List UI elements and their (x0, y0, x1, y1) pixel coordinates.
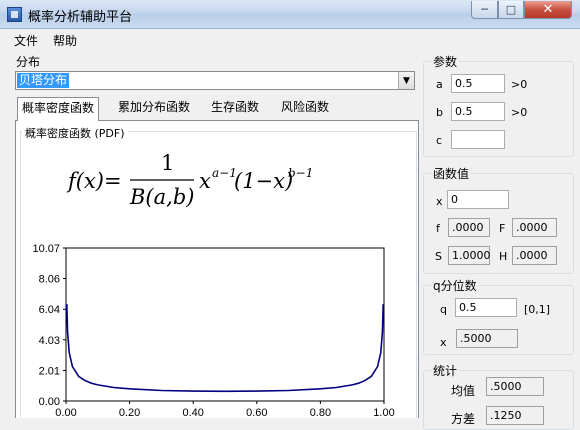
tab-hazard[interactable]: 风险函数 (277, 97, 333, 120)
app-window: 概率分析辅助平台 ─ □ ✕ 文件 帮助 分布 贝塔分布 ▼ 概率密度函数 累加… (0, 0, 580, 430)
tab-survival[interactable]: 生存函数 (207, 97, 263, 120)
dropdown-button[interactable]: ▼ (398, 72, 414, 89)
formula-numerator: 1 (161, 151, 174, 175)
stats-mean-value: .5000 (486, 377, 544, 396)
param-c-input[interactable] (451, 130, 505, 149)
y-tick-label: 10.07 (32, 243, 60, 255)
title-bar[interactable]: 概率分析辅助平台 ─ □ ✕ (0, 0, 580, 29)
pdf-group-title: 概率密度函数 (PDF) (22, 125, 128, 141)
param-b-constraint: >0 (511, 106, 528, 119)
maximize-button[interactable]: □ (498, 1, 524, 19)
stats-mean-label: 均值 (451, 384, 476, 398)
x-tick-label: 0.80 (310, 407, 331, 418)
funcval-f-label: f (436, 222, 440, 235)
formula-lhs: f(x)= (66, 169, 122, 193)
formula-denominator: B(a,b) (129, 185, 194, 209)
funcval-S-value: 1.0000 (448, 246, 491, 265)
quantile-title: q分位数 (431, 277, 479, 294)
param-a-constraint: >0 (511, 78, 528, 91)
param-b-label: b (436, 106, 443, 119)
stats-title: 统计 (431, 362, 460, 379)
formula-paren-exponent: b−1 (288, 166, 313, 180)
y-tick-label: 8.06 (39, 274, 60, 286)
tab-pdf[interactable]: 概率密度函数 (17, 97, 100, 121)
y-tick-label: 6.04 (39, 304, 60, 316)
formula-x: x (199, 169, 211, 193)
pdf-chart: 0.002.014.036.048.0610.070.00 0.20 0.40 0.6… (32, 243, 394, 418)
x-tick-label: 0.60 (246, 407, 267, 418)
param-a-label: a (436, 78, 443, 91)
quantile-x-label: x (440, 336, 447, 349)
minimize-button[interactable]: ─ (471, 1, 498, 19)
funcval-H-value: .0000 (512, 246, 557, 265)
menu-bar: 文件 帮助 (0, 29, 580, 50)
x-tick-label: 1.00 (373, 407, 394, 418)
distribution-selected-value: 贝塔分布 (17, 73, 70, 88)
funcval-F-label: F (499, 222, 506, 235)
quantile-q-range: [0,1] (524, 303, 551, 316)
plot-frame (65, 247, 385, 402)
funcval-x-label: x (436, 195, 443, 208)
pdf-formula: f(x)= 1 B(a,b) x a−1 (1−x) b−1 (66, 151, 313, 209)
param-a-input[interactable]: 0.5 (451, 74, 505, 93)
funcval-H-label: H (499, 250, 508, 263)
funcval-S-label: S (435, 250, 442, 263)
params-title: 参数 (431, 53, 460, 70)
minimize-icon: ─ (481, 3, 488, 16)
param-c-label: c (436, 134, 443, 147)
quantile-x-value: .5000 (456, 329, 518, 348)
quantile-q-label: q (440, 303, 447, 316)
tab-cdf[interactable]: 累加分布函数 (114, 97, 194, 120)
param-b-input[interactable]: 0.5 (451, 102, 505, 121)
app-icon (7, 7, 22, 22)
distribution-label: 分布 (16, 55, 41, 69)
funcval-x-input[interactable]: 0 (447, 190, 509, 209)
funcvals-title: 函数值 (431, 165, 472, 182)
y-tick-label: 4.03 (39, 335, 60, 347)
window-title: 概率分析辅助平台 (28, 10, 133, 25)
x-tick-label: 0.40 (182, 407, 203, 418)
chevron-down-icon: ▼ (403, 75, 410, 86)
menu-file[interactable]: 文件 (14, 32, 38, 49)
y-tick-label: 2.01 (39, 365, 60, 377)
distribution-select[interactable]: 贝塔分布 ▼ (15, 71, 415, 90)
menu-help[interactable]: 帮助 (53, 32, 77, 49)
stats-variance-value: .1250 (486, 406, 544, 425)
maximize-icon: □ (505, 3, 517, 16)
x-tick-label: 0.00 (55, 407, 76, 418)
stats-variance-label: 方差 (451, 412, 476, 426)
funcval-F-value: .0000 (512, 218, 557, 237)
close-icon: ✕ (542, 2, 554, 17)
quantile-q-input[interactable]: 0.5 (455, 298, 517, 317)
close-button[interactable]: ✕ (524, 1, 572, 19)
x-tick-label: 0.20 (119, 407, 140, 418)
funcval-f-value: .0000 (448, 218, 490, 237)
formula-paren: (1−x) (234, 169, 293, 193)
